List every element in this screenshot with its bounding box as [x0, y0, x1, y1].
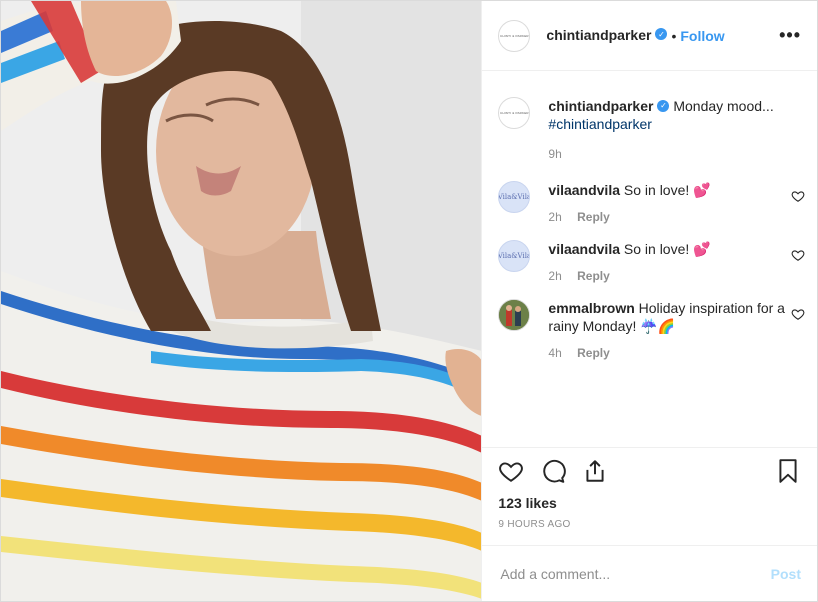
comment-emoji: 💕	[693, 182, 711, 198]
add-comment-input[interactable]	[498, 564, 771, 583]
verified-badge-icon: ✓	[657, 100, 670, 113]
instagram-post: CHINTI & PARKER chintiandparker ✓ • Follo…	[0, 0, 818, 602]
comment-meta: 4h Reply	[548, 344, 801, 362]
post-actions-bar	[482, 447, 817, 493]
author-avatar[interactable]: CHINTI & PARKER	[498, 19, 531, 52]
comment-username[interactable]: vilaandvila	[548, 241, 620, 257]
avatar-logo-text: Vila&Vila	[498, 193, 531, 201]
post-side-panel: CHINTI & PARKER chintiandparker ✓ • Follo…	[481, 1, 817, 601]
reply-button[interactable]: Reply	[577, 269, 610, 283]
post-comment-button[interactable]: Post	[771, 566, 801, 582]
caption-hashtag-link[interactable]: #chintiandparker	[548, 116, 652, 132]
verified-badge-icon: ✓	[655, 28, 668, 41]
reply-button[interactable]: Reply	[577, 346, 610, 360]
comment-time[interactable]: 4h	[548, 346, 561, 360]
comment-meta: 2h Reply	[548, 208, 801, 226]
caption: CHINTI & PARKER chintiandparker ✓ Monday …	[498, 97, 801, 163]
comments-list[interactable]: CHINTI & PARKER chintiandparker ✓ Monday …	[482, 71, 817, 447]
comment-time[interactable]: 2h	[548, 210, 561, 224]
comment-emoji: ☔🌈	[640, 318, 676, 334]
likes-count[interactable]: 123 likes	[482, 493, 817, 513]
comment-username[interactable]: emmalbrown	[548, 300, 634, 316]
header-separator: •	[671, 27, 677, 44]
comment-item: emmalbrown Holiday inspiration for a rai…	[498, 299, 805, 362]
like-comment-heart-icon[interactable]	[791, 307, 805, 321]
comment-username[interactable]: vilaandvila	[548, 182, 620, 198]
follow-button[interactable]: Follow	[680, 28, 724, 44]
comment-time[interactable]: 2h	[548, 269, 561, 283]
caption-avatar[interactable]: CHINTI & PARKER	[498, 97, 531, 129]
post-header: CHINTI & PARKER chintiandparker ✓ • Follo…	[482, 1, 817, 71]
post-photo[interactable]	[1, 1, 482, 601]
comment-text: So in love!	[623, 182, 694, 198]
more-options-icon[interactable]: •••	[779, 25, 801, 46]
comment-meta: 2h Reply	[548, 267, 801, 285]
author-username[interactable]: chintiandparker ✓	[546, 26, 668, 45]
share-icon[interactable]	[582, 458, 608, 484]
caption-username[interactable]: chintiandparker	[548, 98, 653, 114]
comment-item: Vila&Vila vilaandvila So in love! 💕 2h R…	[498, 181, 805, 226]
bookmark-icon[interactable]	[775, 458, 801, 484]
reply-button[interactable]: Reply	[577, 210, 610, 224]
like-comment-heart-icon[interactable]	[791, 189, 805, 203]
comment-text: So in love!	[623, 241, 694, 257]
commenter-avatar[interactable]	[498, 299, 531, 331]
commenter-avatar[interactable]: Vila&Vila	[498, 240, 531, 272]
avatar-logo-text: Vila&Vila	[498, 252, 531, 260]
commenter-photo	[499, 300, 530, 330]
caption-meta: 9h	[548, 145, 801, 163]
caption-time[interactable]: 9h	[548, 147, 561, 161]
avatar-logo-text: CHINTI & PARKER	[500, 111, 529, 115]
commenter-avatar[interactable]: Vila&Vila	[498, 181, 531, 213]
comment-bubble-icon[interactable]	[540, 458, 567, 484]
photo-illustration	[1, 1, 482, 601]
post-timestamp[interactable]: 9 HOURS AGO	[482, 519, 817, 539]
like-comment-heart-icon[interactable]	[791, 248, 805, 262]
comment-item: Vila&Vila vilaandvila So in love! 💕 2h R…	[498, 240, 805, 285]
like-heart-icon[interactable]	[498, 458, 524, 484]
header-username-text: chintiandparker	[546, 26, 652, 43]
caption-text: Monday mood...	[673, 98, 774, 114]
comment-emoji: 💕	[693, 241, 711, 257]
add-comment-bar: Post	[482, 545, 817, 601]
avatar-logo-text: CHINTI & PARKER	[500, 33, 529, 38]
